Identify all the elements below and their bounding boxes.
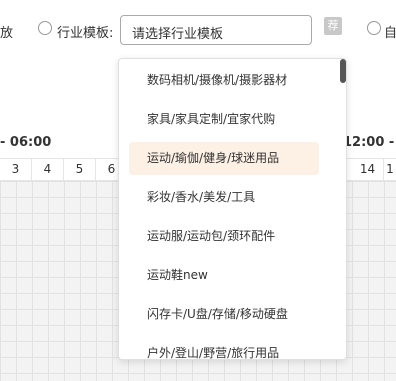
cut-off-label-right: 自 [384, 26, 396, 41]
dropdown-option[interactable]: 闪存卡/U盘/存储/移动硬盘 [129, 298, 319, 331]
time-range-right: 12:00 - [343, 135, 395, 150]
industry-template-label: 行业模板: [57, 26, 114, 41]
dropdown-option[interactable]: 运动服/运动包/颈环配件 [129, 220, 319, 253]
industry-template-dropdown[interactable]: 数码相机/摄像机/摄影器材 家具/家具定制/宜家代购 运动/瑜伽/健身/球迷用品… [118, 58, 347, 360]
dropdown-option[interactable]: 运动鞋new [129, 259, 319, 292]
custom-radio[interactable] [367, 21, 381, 35]
recommend-button[interactable]: 荐 [324, 17, 342, 35]
dropdown-option[interactable]: 户外/登山/野营/旅行用品 [129, 337, 319, 359]
hour-cell: 1 [386, 162, 394, 176]
hour-cell: 3 [0, 159, 32, 180]
filter-bar: 放 行业模板: 请选择行业模板 荐 自 [0, 0, 396, 60]
select-value: 请选择行业模板 [132, 27, 224, 42]
dropdown-option[interactable]: 家具/家具定制/宜家代购 [129, 103, 319, 136]
industry-template-radio[interactable] [38, 21, 52, 35]
industry-template-select[interactable]: 请选择行业模板 [120, 15, 312, 45]
hour-cell: 14 [352, 159, 384, 180]
dropdown-option[interactable]: 数码相机/摄像机/摄影器材 [129, 64, 319, 97]
hour-cell: 4 [32, 159, 64, 180]
cut-off-label-left: 放 [0, 26, 14, 41]
dropdown-option-highlighted[interactable]: 运动/瑜伽/健身/球迷用品 [129, 142, 319, 175]
dropdown-scrollbar[interactable] [340, 59, 346, 83]
dropdown-option[interactable]: 彩妆/香水/美发/工具 [129, 181, 319, 214]
time-range-left: - 06:00 [0, 135, 52, 150]
hour-cell: 5 [64, 159, 96, 180]
